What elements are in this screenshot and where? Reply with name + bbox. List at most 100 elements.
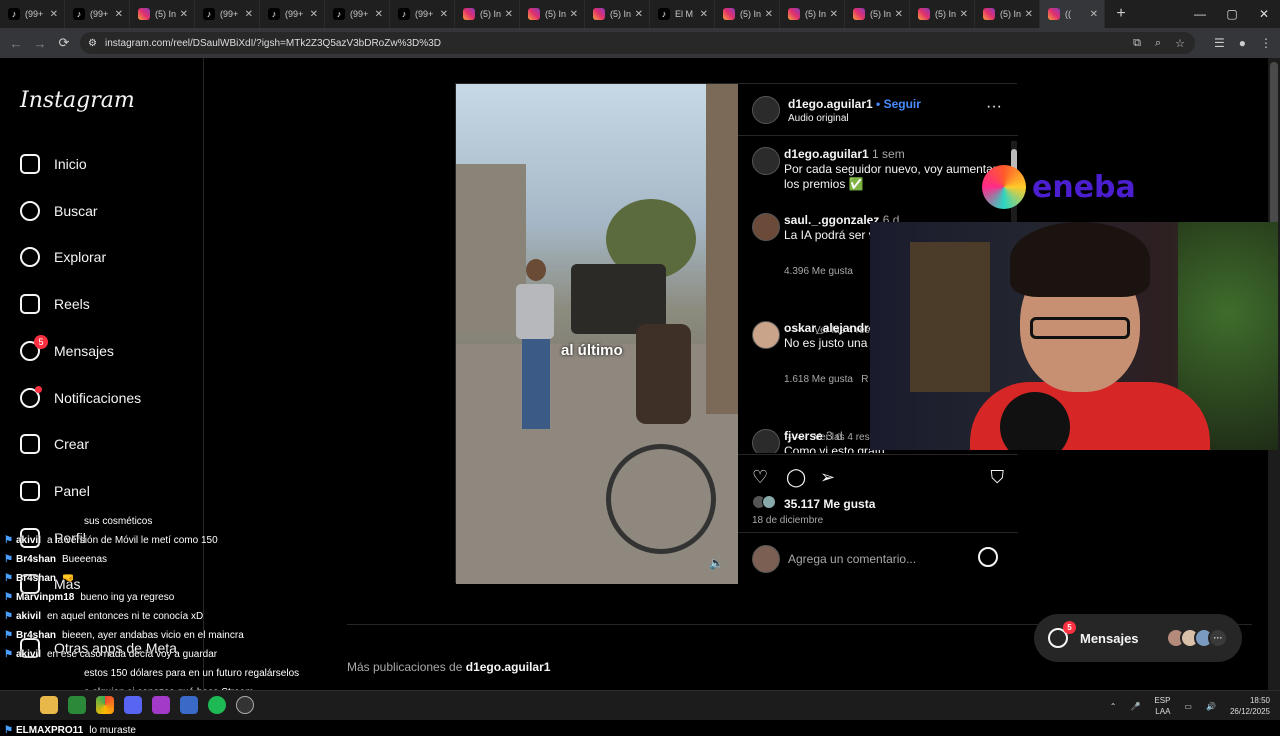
volume-icon[interactable]: 🔊 [1206,702,1216,711]
close-tab-icon[interactable]: ✕ [830,9,838,20]
maximize-button[interactable]: ▢ [1216,0,1248,28]
minimize-button[interactable]: — [1184,0,1216,28]
browser-tab[interactable]: (5) In ✕ [585,0,650,28]
browser-tab[interactable]: (5) In ✕ [910,0,975,28]
app-icon[interactable] [68,696,86,714]
browser-tab[interactable]: (5) In ✕ [130,0,195,28]
browser-tab[interactable]: ♪ (99+ ✕ [0,0,65,28]
comment-avatar[interactable] [752,321,780,349]
language-indicator[interactable]: ESP LAA [1154,695,1170,717]
browser-tab[interactable]: ♪ (99+ ✕ [325,0,390,28]
close-tab-icon[interactable]: ✕ [115,9,123,20]
chrome-icon[interactable] [96,696,114,714]
zoom-icon[interactable]: ⌕ [1155,37,1161,50]
app-icon[interactable] [152,696,170,714]
tray-overflow-icon[interactable]: ⌃ [1110,702,1117,711]
close-tab-icon[interactable]: ✕ [245,9,253,20]
sidebar-item-mensajes[interactable]: 5 Mensajes [20,335,114,361]
close-tab-icon[interactable]: ✕ [505,9,513,20]
like-count[interactable]: 35.117 Me gusta [784,497,875,511]
instagram-logo[interactable]: Instagram [20,88,135,113]
browser-tab[interactable]: (5) In ✕ [975,0,1040,28]
comment-user[interactable]: fjverse [784,429,823,443]
audio-label[interactable]: Audio original [788,113,849,124]
browser-tab[interactable]: ♪ (99+ ✕ [65,0,130,28]
browser-tab[interactable]: ♪ (99+ ✕ [390,0,455,28]
author-avatar[interactable] [752,96,780,124]
comment-user[interactable]: oskar_alejandro [784,321,876,335]
comment-likes[interactable]: 4.396 Me gusta [784,266,853,277]
close-window-button[interactable]: ✕ [1248,0,1280,28]
install-app-icon[interactable]: ⧉ [1133,37,1141,50]
comment-user[interactable]: saul._.ggonzalez [784,213,879,227]
comment-like-count[interactable]: 1.618 Me gusta [784,374,853,385]
discord-icon[interactable] [124,696,142,714]
new-tab-button[interactable]: + [1109,5,1133,23]
close-tab-icon[interactable]: ✕ [1025,9,1033,20]
messages-pill[interactable]: 5 Mensajes ··· [1034,614,1242,662]
url-bar[interactable]: ⚙ instagram.com/reel/DSaulWBiXdI/?igsh=M… [80,32,1195,54]
reload-button[interactable]: ⟳ [52,35,76,51]
mute-icon[interactable]: 🔈 [709,556,724,570]
emoji-picker-icon[interactable] [978,547,998,567]
close-tab-icon[interactable]: ✕ [50,9,58,20]
clock[interactable]: 18:50 26/12/2025 [1230,695,1270,717]
browser-tab[interactable]: ((✕ [1040,0,1105,28]
more-posts-user-link[interactable]: d1ego.aguilar1 [466,660,551,674]
bookmark-star-icon[interactable]: ☆ [1175,37,1185,50]
close-tab-icon[interactable]: ✕ [960,9,968,20]
close-tab-icon[interactable]: ✕ [375,9,383,20]
sidebar-item-panel[interactable]: Panel [20,481,90,501]
network-icon[interactable]: ▭ [1184,702,1192,711]
obs-icon[interactable] [236,696,254,714]
comment-avatar[interactable] [752,213,780,241]
browser-tab[interactable]: (5) In ✕ [715,0,780,28]
sidebar-item-reels[interactable]: Reels [20,294,90,314]
like-heart-icon[interactable]: ♡ [752,467,768,488]
author-username-text[interactable]: d1ego.aguilar1 [788,97,873,111]
close-tab-icon[interactable]: ✕ [1090,9,1098,20]
sidebar-item-explorar[interactable]: Explorar [20,247,106,267]
browser-tab[interactable]: (5) In ✕ [845,0,910,28]
browser-tab[interactable]: ♪ (99+ ✕ [260,0,325,28]
comment-avatar[interactable] [752,429,780,453]
sidebar-item-buscar[interactable]: Buscar [20,201,98,221]
sidebar-item-crear[interactable]: Crear [20,434,89,454]
browser-tab[interactable]: ♪ El M ✕ [650,0,715,28]
close-tab-icon[interactable]: ✕ [895,9,903,20]
author-username[interactable]: d1ego.aguilar1 • Seguir [788,97,921,111]
file-explorer-icon[interactable] [40,696,58,714]
forward-button[interactable]: → [28,36,52,51]
close-tab-icon[interactable]: ✕ [570,9,578,20]
close-tab-icon[interactable]: ✕ [700,9,708,20]
browser-tab[interactable]: (5) In ✕ [780,0,845,28]
caption-avatar[interactable] [752,147,780,175]
back-button[interactable]: ← [4,36,28,51]
sidebar-item-notificaciones[interactable]: Notificaciones [20,386,141,408]
site-info-icon[interactable]: ⚙ [88,38,97,49]
caption-user[interactable]: d1ego.aguilar1 [784,147,869,161]
close-tab-icon[interactable]: ✕ [635,9,643,20]
browser-tab[interactable]: ♪ (99+ ✕ [195,0,260,28]
browser-tab[interactable]: (5) In ✕ [520,0,585,28]
browser-tab[interactable]: (5) In ✕ [455,0,520,28]
more-options-button[interactable]: ··· [986,98,1002,116]
reel-video[interactable]: al último 🔈 [456,84,738,584]
close-tab-icon[interactable]: ✕ [310,9,318,20]
app-icon[interactable] [180,696,198,714]
sidebar-item-inicio[interactable]: Inicio [20,154,87,174]
reading-list-icon[interactable]: ☰ [1214,36,1225,50]
follow-button[interactable]: • Seguir [876,97,921,111]
comment-input[interactable]: Agrega un comentario... [788,552,916,566]
close-tab-icon[interactable]: ✕ [765,9,773,20]
spotify-icon[interactable] [208,696,226,714]
share-send-icon[interactable]: ➢ [820,467,835,488]
save-bookmark-icon[interactable]: ⛉ [991,467,1005,488]
profile-avatar-icon[interactable]: ● [1239,36,1246,50]
microphone-icon[interactable]: 🎤 [1130,702,1140,711]
browser-menu-icon[interactable]: ⋮ [1260,36,1272,50]
close-tab-icon[interactable]: ✕ [180,9,188,20]
reply-button[interactable]: R [861,374,868,385]
close-tab-icon[interactable]: ✕ [440,9,448,20]
comment-bubble-icon[interactable]: ◯ [786,467,806,488]
